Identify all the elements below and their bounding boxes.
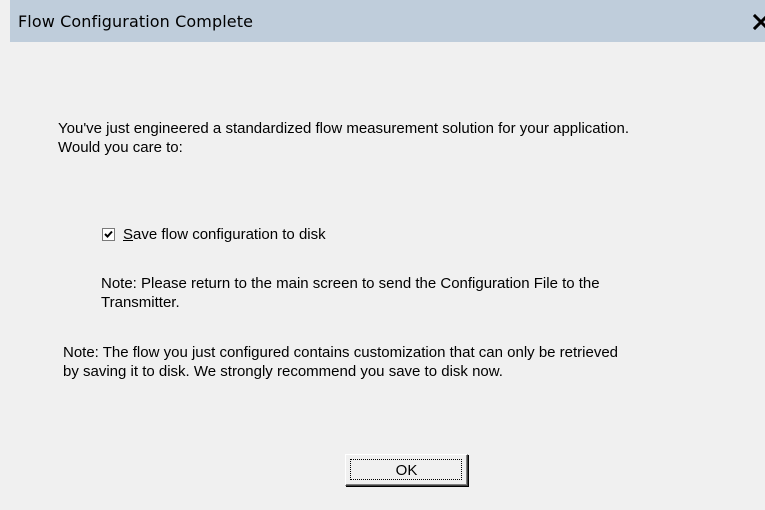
checkmark-icon	[104, 230, 113, 238]
intro-text: You've just engineered a standardized fl…	[58, 120, 629, 156]
save-to-disk-mnemonic: S	[123, 226, 134, 243]
customization-note: Note: The flow you just configured conta…	[63, 344, 619, 380]
ok-button[interactable]: OK	[345, 454, 468, 486]
title-bar[interactable]: Flow Configuration Complete	[10, 0, 765, 42]
close-icon	[753, 14, 765, 30]
ok-button-label: OK	[395, 461, 418, 479]
save-to-disk-option[interactable]: Save flow configuration to disk	[102, 226, 326, 243]
window-title: Flow Configuration Complete	[18, 11, 254, 31]
transmitter-note: Note: Please return to the main screen t…	[101, 275, 600, 311]
save-to-disk-label[interactable]: Save flow configuration to disk	[123, 226, 326, 243]
save-to-disk-checkbox[interactable]	[102, 228, 115, 241]
dialog-body: You've just engineered a standardized fl…	[10, 42, 765, 510]
flow-configuration-dialog: Flow Configuration Complete You've just …	[0, 0, 765, 510]
save-to-disk-label-text: ave flow configuration to disk	[133, 226, 326, 243]
close-button[interactable]	[749, 11, 765, 33]
